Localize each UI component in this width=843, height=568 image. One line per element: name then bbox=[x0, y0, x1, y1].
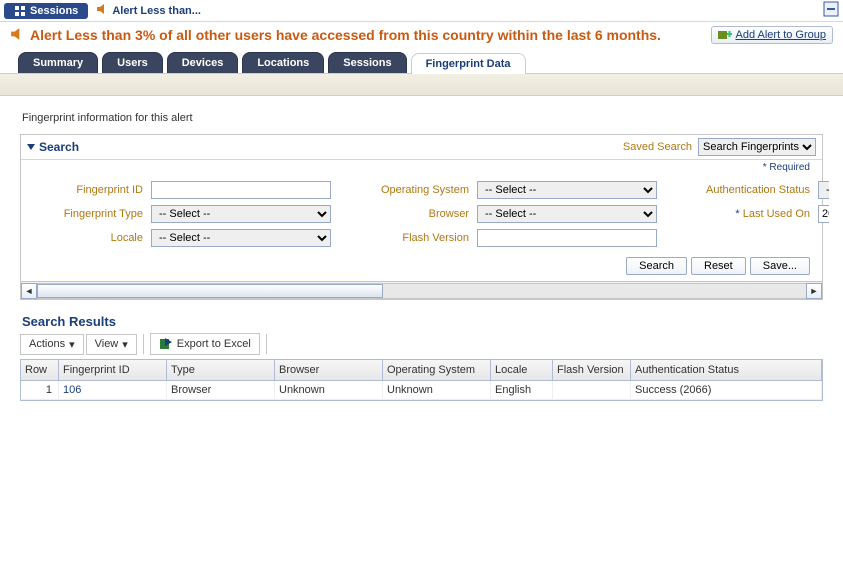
flash-version-input[interactable] bbox=[477, 229, 657, 247]
actions-label: Actions bbox=[29, 338, 65, 350]
subheader-band bbox=[0, 74, 843, 96]
flash-version-label: Flash Version bbox=[339, 232, 469, 244]
cell-fingerprint-id[interactable]: 106 bbox=[59, 381, 167, 400]
locale-label: Locale bbox=[33, 232, 143, 244]
last-used-on-label: Last Used On bbox=[665, 208, 810, 220]
locale-select[interactable]: -- Select -- bbox=[151, 229, 331, 247]
actions-menu[interactable]: Actions ▾ bbox=[20, 334, 84, 355]
search-panel-title: Search bbox=[39, 140, 79, 154]
col-locale[interactable]: Locale bbox=[491, 360, 553, 381]
scroll-right-arrow[interactable]: ► bbox=[806, 283, 822, 299]
cell-browser: Unknown bbox=[275, 381, 383, 400]
authentication-status-select[interactable]: -- Select -- bbox=[818, 181, 829, 199]
top-bar: Sessions Alert Less than... bbox=[0, 0, 843, 22]
results-toolbar: Actions ▾ View ▾ Export to Excel bbox=[14, 333, 829, 355]
sessions-chip-label: Sessions bbox=[30, 5, 78, 17]
grid-header-row: Row Fingerprint ID Type Browser Operatin… bbox=[21, 360, 822, 381]
search-form: Fingerprint ID Operating System -- Selec… bbox=[21, 173, 822, 251]
tab-fingerprint-data[interactable]: Fingerprint Data bbox=[411, 53, 526, 74]
cell-auth: Success (2066) bbox=[631, 381, 822, 400]
scroll-left-arrow[interactable]: ◄ bbox=[21, 283, 37, 299]
col-browser[interactable]: Browser bbox=[275, 360, 383, 381]
col-row[interactable]: Row bbox=[21, 360, 59, 381]
view-label: View bbox=[95, 338, 119, 350]
export-to-excel-button[interactable]: Export to Excel bbox=[150, 333, 260, 355]
fingerprint-id-input[interactable] bbox=[151, 181, 331, 199]
cell-os: Unknown bbox=[383, 381, 491, 400]
cell-row: 1 bbox=[21, 381, 59, 400]
add-alert-to-group-button[interactable]: Add Alert to Group bbox=[711, 26, 834, 44]
operating-system-select[interactable]: -- Select -- bbox=[477, 181, 657, 199]
tab-users[interactable]: Users bbox=[102, 52, 163, 73]
speaker-icon bbox=[96, 3, 108, 18]
intro-text: Fingerprint information for this alert bbox=[14, 108, 829, 134]
col-fingerprint-id[interactable]: Fingerprint ID bbox=[59, 360, 167, 381]
search-button-row: Search Reset Save... bbox=[21, 251, 822, 281]
last-used-on-input[interactable] bbox=[818, 205, 829, 223]
fingerprint-type-select[interactable]: -- Select -- bbox=[151, 205, 331, 223]
results-grid: Row Fingerprint ID Type Browser Operatin… bbox=[20, 359, 823, 401]
breadcrumb-alert[interactable]: Alert Less than... bbox=[96, 3, 201, 18]
alert-text: Alert Less than 3% of all other users ha… bbox=[30, 27, 661, 43]
chevron-down-icon: ▾ bbox=[122, 338, 128, 351]
required-hint: * Required bbox=[21, 160, 822, 173]
cell-locale: English bbox=[491, 381, 553, 400]
grid-icon bbox=[14, 5, 26, 17]
alert-row: Alert Less than 3% of all other users ha… bbox=[0, 22, 843, 48]
search-results-title: Search Results bbox=[14, 300, 829, 333]
reset-button[interactable]: Reset bbox=[691, 257, 746, 275]
tab-locations[interactable]: Locations bbox=[242, 52, 324, 73]
panel-horizontal-scrollbar[interactable]: ◄ ► bbox=[21, 281, 822, 299]
col-auth[interactable]: Authentication Status bbox=[631, 360, 822, 381]
saved-search-label: Saved Search bbox=[623, 141, 692, 153]
col-os[interactable]: Operating System bbox=[383, 360, 491, 381]
window-action-icon[interactable] bbox=[823, 1, 839, 20]
tab-sessions[interactable]: Sessions bbox=[328, 52, 406, 73]
search-panel: Search Saved Search Search Fingerprints … bbox=[20, 134, 823, 300]
browser-select[interactable]: -- Select -- bbox=[477, 205, 657, 223]
breadcrumb-label: Alert Less than... bbox=[112, 5, 201, 17]
fingerprint-type-label: Fingerprint Type bbox=[33, 208, 143, 220]
add-alert-to-group-label: Add Alert to Group bbox=[736, 29, 827, 41]
cell-flash bbox=[553, 381, 631, 400]
browser-label: Browser bbox=[339, 208, 469, 220]
toolbar-separator bbox=[266, 334, 267, 354]
group-icon bbox=[718, 29, 732, 41]
sessions-chip[interactable]: Sessions bbox=[4, 3, 88, 19]
tab-summary[interactable]: Summary bbox=[18, 52, 98, 73]
scroll-thumb[interactable] bbox=[37, 284, 383, 298]
speaker-icon bbox=[10, 27, 24, 44]
col-type[interactable]: Type bbox=[167, 360, 275, 381]
tab-devices[interactable]: Devices bbox=[167, 52, 239, 73]
collapse-icon[interactable] bbox=[27, 144, 35, 150]
cell-type: Browser bbox=[167, 381, 275, 400]
scroll-track[interactable] bbox=[37, 283, 806, 299]
excel-icon bbox=[159, 337, 173, 351]
operating-system-label: Operating System bbox=[339, 184, 469, 196]
chevron-down-icon: ▾ bbox=[69, 338, 75, 351]
view-menu[interactable]: View ▾ bbox=[86, 334, 137, 355]
tab-bar: Summary Users Devices Locations Sessions… bbox=[0, 48, 843, 74]
save-button[interactable]: Save... bbox=[750, 257, 810, 275]
saved-search-select[interactable]: Search Fingerprints bbox=[698, 138, 816, 156]
toolbar-separator bbox=[143, 334, 144, 354]
search-panel-header: Search Saved Search Search Fingerprints bbox=[21, 135, 822, 160]
col-flash[interactable]: Flash Version bbox=[553, 360, 631, 381]
export-label: Export to Excel bbox=[177, 338, 251, 350]
fingerprint-id-label: Fingerprint ID bbox=[33, 184, 143, 196]
table-row[interactable]: 1 106 Browser Unknown Unknown English Su… bbox=[21, 381, 822, 400]
search-button[interactable]: Search bbox=[626, 257, 687, 275]
content-scroll[interactable]: Fingerprint information for this alert S… bbox=[14, 108, 829, 560]
authentication-status-label: Authentication Status bbox=[665, 184, 810, 196]
